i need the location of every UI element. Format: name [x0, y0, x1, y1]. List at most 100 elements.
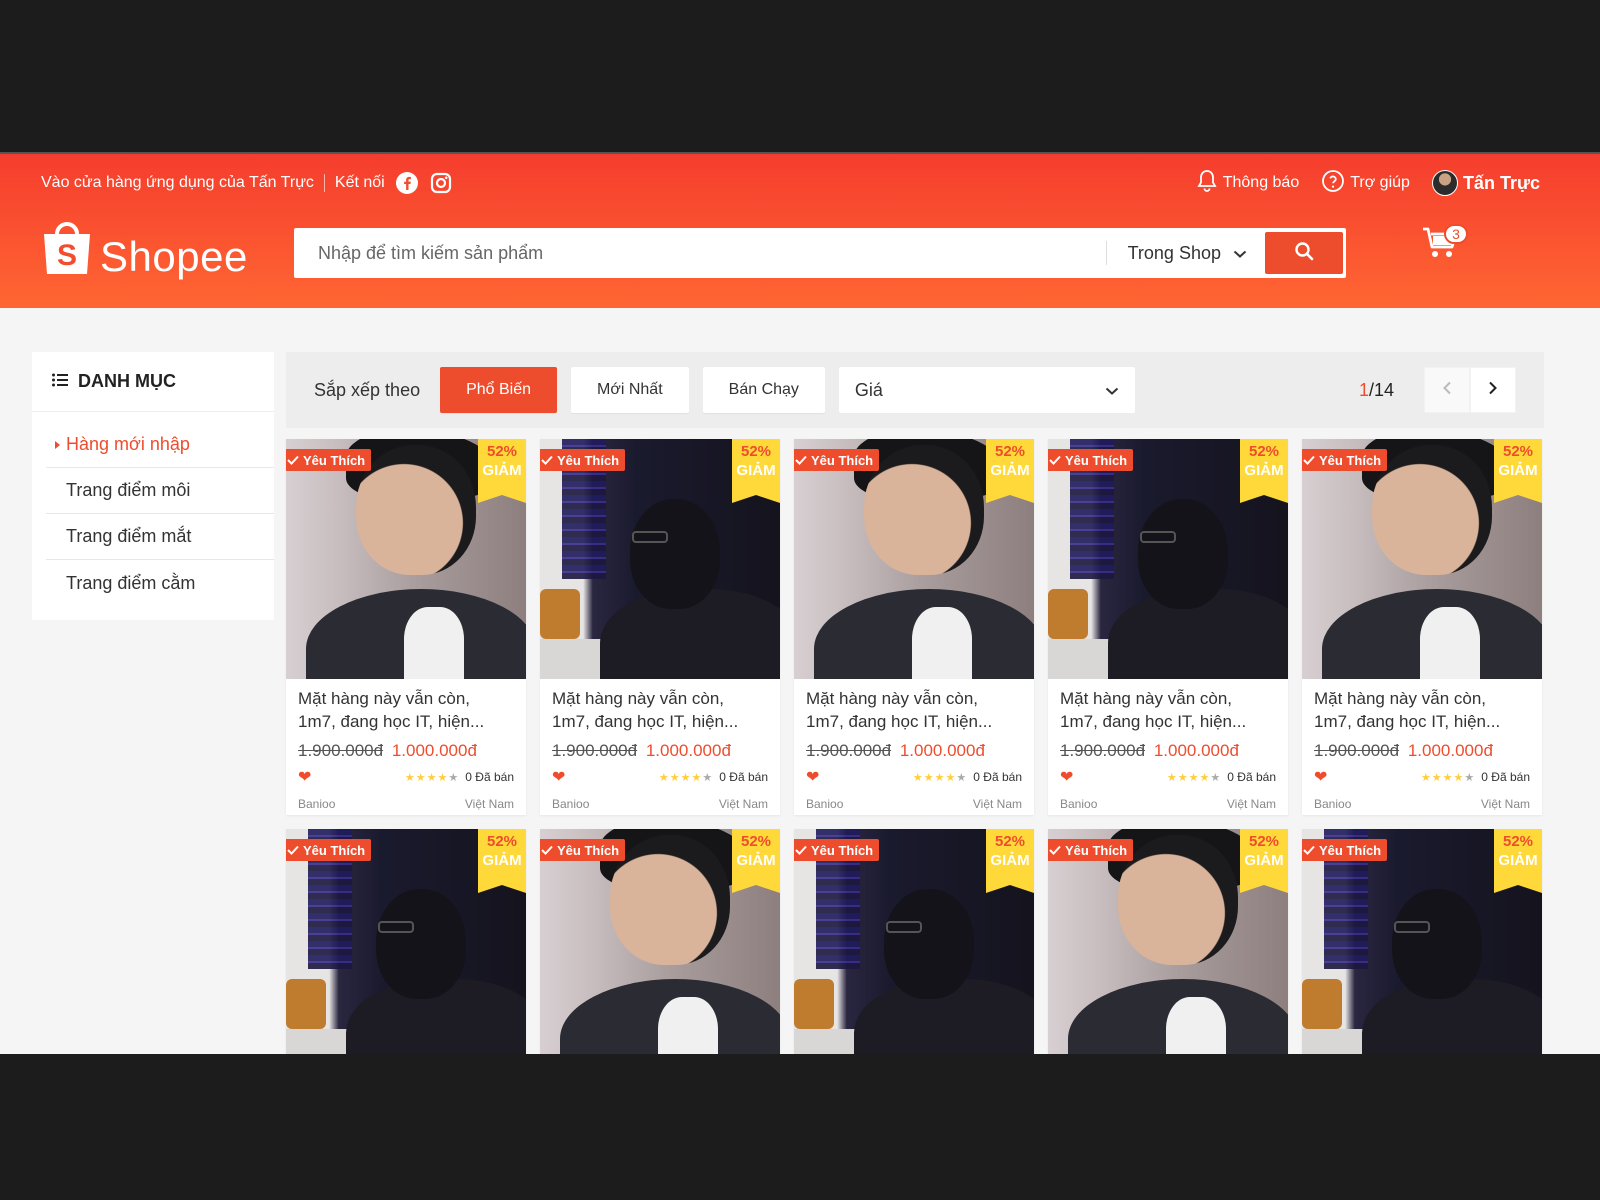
chevron-left-icon: [1442, 381, 1452, 400]
product-image[interactable]: Yêu Thích 52% GIẢM: [286, 439, 526, 679]
sort-newest-button[interactable]: Mới Nhất: [571, 367, 689, 413]
sale-price: 1.000.000đ: [391, 741, 477, 760]
discount-percent: 52%: [1502, 833, 1534, 850]
photo-glasses: [378, 921, 414, 933]
logo-text: Shopee: [100, 233, 248, 280]
price-sort-select[interactable]: Giá: [838, 367, 1135, 413]
product-image[interactable]: Yêu Thích 52% GIẢM: [540, 829, 780, 1054]
price-sort-label: Giá: [854, 379, 883, 400]
search-button[interactable]: [1265, 232, 1343, 274]
favorite-badge: Yêu Thích: [1302, 839, 1388, 861]
product-card-7[interactable]: Yêu Thích 52% GIẢM Mặt hàng này vẫn còn,…: [540, 829, 780, 1054]
product-image[interactable]: Yêu Thích 52% GIẢM: [794, 829, 1034, 1054]
category-new-arrivals[interactable]: Hàng mới nhập: [46, 422, 274, 468]
prev-page-button[interactable]: [1424, 367, 1470, 413]
product-card-10[interactable]: Yêu Thích 52% GIẢM Mặt hàng này vẫn còn,…: [1302, 829, 1542, 1054]
heart-icon[interactable]: ❤: [806, 767, 819, 787]
user-menu[interactable]: Tấn Trực: [1431, 170, 1540, 196]
product-image[interactable]: Yêu Thích 52% GIẢM: [540, 439, 780, 679]
category-eye-makeup[interactable]: Trang điểm mắt: [46, 514, 274, 560]
product-footer: Banioo Việt Nam: [1060, 797, 1276, 811]
heart-icon[interactable]: ❤: [298, 767, 311, 787]
product-card-2[interactable]: Yêu Thích 52% GIẢM Mặt hàng này vẫn còn,…: [540, 439, 780, 815]
shopee-logo[interactable]: S Shopee: [42, 218, 248, 281]
product-image[interactable]: Yêu Thích 52% GIẢM: [1302, 439, 1542, 679]
search-input[interactable]: [297, 231, 1106, 275]
next-page-button[interactable]: [1470, 367, 1516, 413]
shop-page: Vào cửa hàng ứng dụng của Tấn Trực Kết n…: [0, 154, 1600, 1054]
favorite-label: Yêu Thích: [303, 452, 366, 468]
favorite-badge: Yêu Thích: [794, 839, 880, 861]
instagram-icon[interactable]: [429, 171, 453, 195]
photo-shirt: [404, 607, 464, 679]
product-image[interactable]: Yêu Thích 52% GIẢM: [1048, 439, 1288, 679]
category-list: Hàng mới nhập Trang điểm môi Trang điểm …: [32, 412, 274, 606]
product-image[interactable]: Yêu Thích 52% GIẢM: [794, 439, 1034, 679]
check-icon: [1049, 453, 1061, 468]
heart-icon[interactable]: ❤: [1060, 767, 1073, 787]
discount-badge: 52% GIẢM: [732, 439, 780, 503]
favorite-badge: Yêu Thích: [1302, 449, 1388, 471]
sort-bestselling-button[interactable]: Bán Chạy: [702, 367, 825, 413]
product-card-9[interactable]: Yêu Thích 52% GIẢM Mặt hàng này vẫn còn,…: [1048, 829, 1288, 1054]
photo-head: [1372, 445, 1492, 575]
product-card-3[interactable]: Yêu Thích 52% GIẢM Mặt hàng này vẫn còn,…: [794, 439, 1034, 815]
rating-stars: ★★★★★: [913, 771, 967, 784]
sort-label: Sắp xếp theo: [314, 379, 421, 400]
heart-icon[interactable]: ❤: [552, 767, 565, 787]
category-chin-makeup[interactable]: Trang điểm cằm: [46, 560, 274, 606]
product-name[interactable]: Mặt hàng này vẫn còn, 1m7, đang học IT, …: [1060, 687, 1276, 733]
help-link[interactable]: Trợ giúp: [1321, 169, 1410, 198]
shopping-bag-icon: S: [42, 218, 92, 281]
product-image[interactable]: Yêu Thích 52% GIẢM: [1048, 829, 1288, 1054]
product-card-8[interactable]: Yêu Thích 52% GIẢM Mặt hàng này vẫn còn,…: [794, 829, 1034, 1054]
product-name-line2: 1m7, đang học IT, hiện...: [552, 712, 739, 731]
product-card-6[interactable]: Yêu Thích 52% GIẢM Mặt hàng này vẫn còn,…: [286, 829, 526, 1054]
photo-chair: [286, 979, 326, 1029]
product-name[interactable]: Mặt hàng này vẫn còn, 1m7, đang học IT, …: [806, 687, 1022, 733]
sort-popular-button[interactable]: Phổ Biến: [440, 367, 558, 413]
discount-label: GIẢM: [1498, 852, 1538, 869]
discount-badge: 52% GIẢM: [1494, 829, 1542, 893]
product-prices: 1.900.000đ 1.000.000đ: [1314, 741, 1530, 761]
product-card-4[interactable]: Yêu Thích 52% GIẢM Mặt hàng này vẫn còn,…: [1048, 439, 1288, 815]
cart-count-badge: 3: [1444, 224, 1468, 244]
product-prices: 1.900.000đ 1.000.000đ: [1060, 741, 1276, 761]
discount-label: GIẢM: [1244, 852, 1284, 869]
product-info: Mặt hàng này vẫn còn, 1m7, đang học IT, …: [540, 679, 780, 811]
product-name[interactable]: Mặt hàng này vẫn còn, 1m7, đang học IT, …: [1314, 687, 1530, 733]
photo-chair: [1302, 979, 1342, 1029]
discount-percent: 52%: [1248, 443, 1280, 460]
product-card-1[interactable]: Yêu Thích 52% GIẢM Mặt hàng này vẫn còn,…: [286, 439, 526, 815]
product-image[interactable]: Yêu Thích 52% GIẢM: [286, 829, 526, 1054]
heart-icon[interactable]: ❤: [1314, 767, 1327, 787]
notifications-label: Thông báo: [1222, 174, 1300, 191]
star-icon: ★: [1464, 771, 1476, 784]
product-card-5[interactable]: Yêu Thích 52% GIẢM Mặt hàng này vẫn còn,…: [1302, 439, 1542, 815]
product-name[interactable]: Mặt hàng này vẫn còn, 1m7, đang học IT, …: [552, 687, 768, 733]
cart-button[interactable]: 3: [1422, 224, 1472, 276]
product-image[interactable]: Yêu Thích 52% GIẢM: [1302, 829, 1542, 1054]
photo-head: [610, 835, 730, 965]
help-label: Trợ giúp: [1350, 174, 1410, 191]
check-icon: [795, 453, 807, 468]
photo-shirt: [658, 997, 718, 1054]
product-name[interactable]: Mặt hàng này vẫn còn, 1m7, đang học IT, …: [298, 687, 514, 733]
app-store-link[interactable]: Vào cửa hàng ứng dụng của Tấn Trực: [41, 174, 314, 192]
photo-head: [376, 889, 466, 999]
discount-percent: 52%: [1248, 833, 1280, 850]
check-icon: [287, 453, 299, 468]
photo-head: [1392, 889, 1482, 999]
facebook-icon[interactable]: [395, 171, 419, 195]
origin-label: Việt Nam: [464, 797, 514, 811]
original-price: 1.900.000đ: [1060, 741, 1146, 760]
notifications-link[interactable]: Thông báo: [1196, 169, 1300, 198]
search-scope-dropdown[interactable]: Trong Shop: [1105, 241, 1265, 265]
product-name-line1: Mặt hàng này vẫn còn,: [1314, 689, 1487, 708]
favorite-label: Yêu Thích: [811, 842, 874, 858]
discount-badge: 52% GIẢM: [986, 829, 1034, 893]
category-lip-makeup[interactable]: Trang điểm môi: [46, 468, 274, 514]
search-icon: [1294, 241, 1314, 266]
star-icon: ★: [426, 771, 438, 784]
shop-name: Banioo: [1314, 797, 1352, 811]
